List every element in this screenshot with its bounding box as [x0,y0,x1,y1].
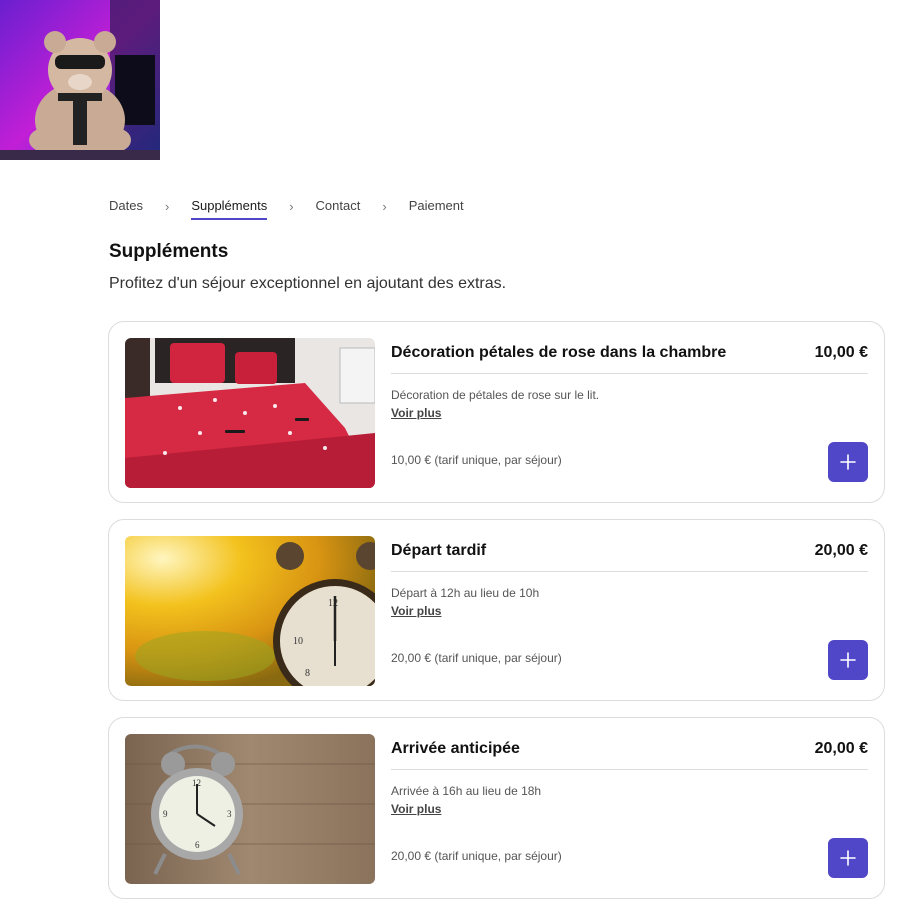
extra-name: Arrivée anticipée [391,740,520,757]
svg-text:12: 12 [328,598,338,609]
extra-price: 20,00 € [814,542,868,559]
step-supplements[interactable]: Suppléments [191,198,268,220]
step-payment[interactable]: Paiement [409,198,464,220]
extra-description: Départ à 12h au lieu de 10h [391,586,540,600]
extra-description: Arrivée à 16h au lieu de 18h [391,784,542,798]
extra-price: 20,00 € [814,740,868,757]
extra-description: Décoration de pétales de rose sur le lit… [391,388,600,402]
extra-image-rose-petals [125,338,375,488]
chevron-right-icon: › [289,199,294,214]
step-contact[interactable]: Contact [316,198,361,220]
extra-price: 10,00 € [814,344,868,361]
extra-name: Décoration pétales de rose dans la chamb… [391,344,727,361]
extra-tariff: 20,00 € (tarif unique, par séjour) [391,849,562,863]
see-more-link[interactable]: Voir plus [391,406,441,420]
chevron-right-icon: › [164,199,170,214]
extra-card: 12 10 8 Départ tardif 20,00 € Départ à 12h… [108,519,885,701]
svg-text:9: 9 [163,809,168,819]
extra-name: Départ tardif [391,542,487,559]
extra-image-late-departure: 12 10 8 [125,536,375,686]
divider [391,769,868,770]
extra-tariff: 10,00 € (tarif unique, par séjour) [391,453,562,467]
extra-card: 12 3 6 9 Arrivée anticipée 20,00 € Arrivée … [108,717,885,899]
add-extra-button[interactable] [828,640,868,680]
extra-image-early-arrival: 12 3 6 9 [125,734,375,884]
svg-text:8: 8 [305,668,310,679]
svg-text:3: 3 [227,809,232,819]
divider [391,571,868,572]
chevron-right-icon: › [382,199,387,214]
page-title: Suppléments [109,241,229,262]
step-dates[interactable]: Dates [109,198,143,220]
extra-card: Décoration pétales de rose dans la chamb… [108,321,885,503]
extra-tariff: 20,00 € (tarif unique, par séjour) [391,651,562,665]
plus-icon [840,850,856,866]
divider [391,373,868,374]
svg-text:6: 6 [195,840,200,850]
hotel-logo-image[interactable] [0,0,160,160]
add-extra-button[interactable] [828,442,868,482]
page-subtitle: Profitez d'un séjour exceptionnel en ajo… [109,275,507,292]
plus-icon [840,652,856,668]
see-more-link[interactable]: Voir plus [391,604,441,618]
svg-text:10: 10 [293,636,303,647]
see-more-link[interactable]: Voir plus [391,802,441,816]
plus-icon [840,454,856,470]
add-extra-button[interactable] [828,838,868,878]
breadcrumb: Dates › Suppléments › Contact › Paiement [109,198,464,220]
